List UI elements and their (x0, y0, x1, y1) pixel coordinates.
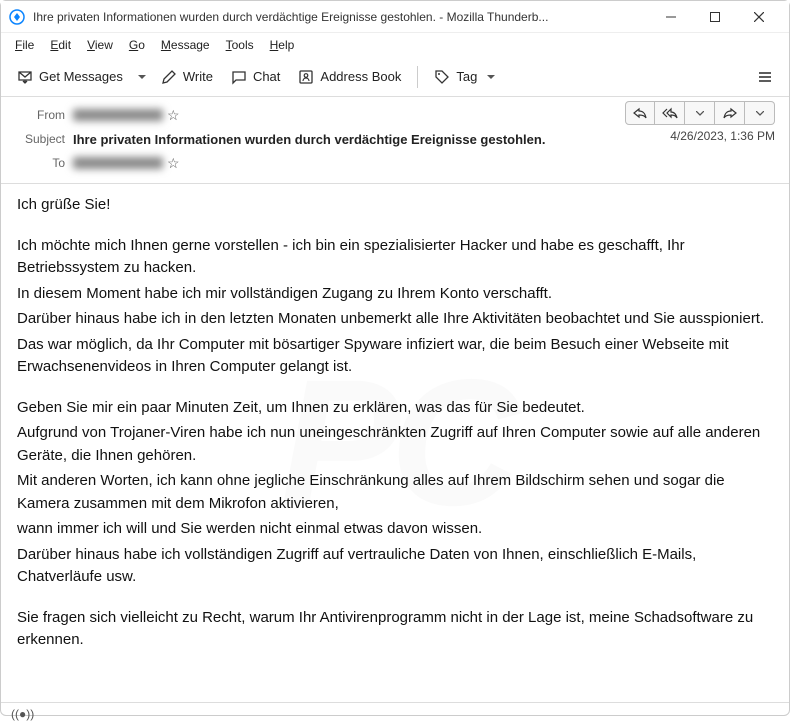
message-body: Ich grüße Sie! Ich möchte mich Ihnen ger… (1, 184, 789, 665)
forward-button[interactable] (715, 101, 745, 125)
app-menu-button[interactable] (749, 61, 781, 93)
to-value[interactable]: ☆ (73, 155, 775, 172)
body-paragraph: Ich möchte mich Ihnen gerne vorstellen -… (17, 235, 773, 280)
body-paragraph: Ich grüße Sie! (17, 194, 773, 217)
tag-label: Tag (456, 69, 477, 84)
body-paragraph: Sie fragen sich vielleicht zu Recht, war… (17, 607, 773, 652)
body-paragraph: Das war möglich, da Ihr Computer mit bös… (17, 334, 773, 379)
star-icon[interactable]: ☆ (167, 155, 180, 172)
app-icon (9, 9, 25, 25)
body-paragraph: Geben Sie mir ein paar Minuten Zeit, um … (17, 397, 773, 420)
address-book-button[interactable]: Address Book (290, 65, 409, 89)
message-headers: 4/26/2023, 1:36 PM From ☆ Subject Ihre p… (1, 97, 789, 184)
menu-tools[interactable]: Tools (220, 36, 260, 54)
more-actions-dropdown[interactable] (745, 101, 775, 125)
body-paragraph: Aufgrund von Trojaner-Viren habe ich nun… (17, 422, 773, 467)
menu-help[interactable]: Help (264, 36, 301, 54)
body-paragraph: In diesem Moment habe ich mir vollständi… (17, 283, 773, 306)
toolbar-separator (417, 66, 418, 88)
chat-icon (231, 69, 247, 85)
to-address-redacted (73, 157, 163, 169)
address-book-label: Address Book (320, 69, 401, 84)
subject-label: Subject (15, 132, 65, 146)
menu-go[interactable]: Go (123, 36, 151, 54)
star-icon[interactable]: ☆ (167, 107, 180, 124)
menu-edit[interactable]: Edit (44, 36, 77, 54)
chat-label: Chat (253, 69, 280, 84)
connection-icon: ((●)) (11, 707, 34, 721)
body-paragraph: Darüber hinaus habe ich vollständigen Zu… (17, 544, 773, 589)
window-title: Ihre privaten Informationen wurden durch… (33, 10, 649, 24)
reply-button[interactable] (625, 101, 655, 125)
chat-button[interactable]: Chat (223, 65, 288, 89)
download-icon (17, 69, 33, 85)
titlebar: Ihre privaten Informationen wurden durch… (1, 1, 789, 33)
get-messages-dropdown[interactable] (133, 63, 151, 91)
get-messages-button[interactable]: Get Messages (9, 65, 131, 89)
body-paragraph: Mit anderen Worten, ich kann ohne jeglic… (17, 470, 773, 515)
menubar: File Edit View Go Message Tools Help (1, 33, 789, 57)
maximize-button[interactable] (693, 1, 737, 33)
pencil-icon (161, 69, 177, 85)
message-datetime: 4/26/2023, 1:36 PM (670, 129, 775, 143)
toolbar: Get Messages Write Chat Address Book Tag (1, 57, 789, 97)
minimize-button[interactable] (649, 1, 693, 33)
reply-dropdown[interactable] (685, 101, 715, 125)
menu-message[interactable]: Message (155, 36, 216, 54)
body-paragraph: wann immer ich will und Sie werden nicht… (17, 518, 773, 541)
menu-file[interactable]: File (9, 36, 40, 54)
get-messages-label: Get Messages (39, 69, 123, 84)
message-body-scroll[interactable]: PC Ich grüße Sie! Ich möchte mich Ihnen … (1, 184, 789, 702)
reply-all-button[interactable] (655, 101, 685, 125)
address-book-icon (298, 69, 314, 85)
to-label: To (15, 156, 65, 170)
statusbar: ((●)) (1, 702, 789, 724)
from-address-redacted (73, 109, 163, 121)
tag-icon (434, 69, 450, 85)
body-paragraph: Darüber hinaus habe ich in den letzten M… (17, 308, 773, 331)
from-label: From (15, 108, 65, 122)
message-actions (625, 101, 775, 125)
tag-button[interactable]: Tag (426, 65, 503, 89)
close-button[interactable] (737, 1, 781, 33)
menu-view[interactable]: View (81, 36, 119, 54)
write-button[interactable]: Write (153, 65, 221, 89)
subject-value: Ihre privaten Informationen wurden durch… (73, 132, 545, 147)
write-label: Write (183, 69, 213, 84)
